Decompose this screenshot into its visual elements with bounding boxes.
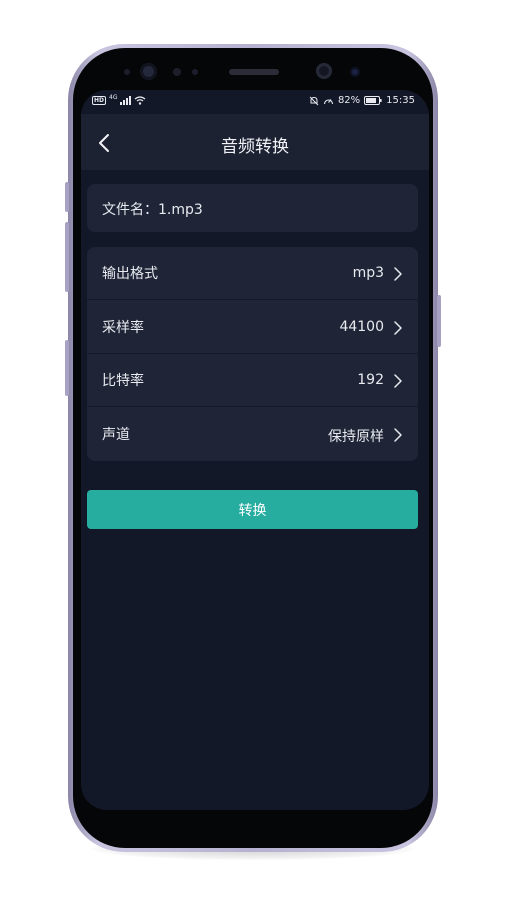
battery-percent: 82%: [337, 95, 361, 106]
setting-row-output-format[interactable]: 输出格式 mp3: [87, 247, 418, 300]
setting-label: 比特率: [102, 373, 144, 389]
row-divider: [87, 406, 418, 407]
bixby-button: [65, 222, 69, 292]
status-bar: HD 4G 82% 15:35: [81, 90, 429, 114]
app-screen: HD 4G 82% 15:35 音频转换 文件名：1.mp3 输出格式 mp3 …: [81, 90, 429, 810]
signal-icon: [120, 96, 132, 105]
network-type: 4G: [109, 94, 118, 101]
setting-value: 保持原样: [328, 429, 384, 445]
front-sensor-dot: [173, 68, 181, 76]
nav-bar: 音频转换: [81, 114, 429, 170]
front-sensor-dot: [192, 69, 198, 75]
convert-button[interactable]: 转换: [87, 490, 418, 529]
power-button: [437, 295, 441, 347]
setting-label: 声道: [102, 427, 130, 443]
setting-label: 输出格式: [102, 266, 158, 282]
chevron-right-icon: [394, 321, 402, 335]
status-right: 82% 15:35: [309, 95, 415, 106]
chevron-right-icon: [394, 428, 402, 442]
setting-row-channel[interactable]: 声道 保持原样: [87, 408, 418, 461]
setting-row-sample-rate[interactable]: 采样率 44100: [87, 301, 418, 354]
hd-badge: HD: [92, 96, 107, 105]
status-left: HD 4G: [92, 94, 146, 105]
front-camera: [316, 63, 332, 79]
chevron-right-icon: [394, 374, 402, 388]
setting-value: mp3: [352, 265, 384, 281]
row-divider: [87, 299, 418, 300]
side-key: [65, 340, 69, 396]
file-name-card: 文件名：1.mp3: [87, 184, 418, 232]
settings-card: 输出格式 mp3 采样率 44100 比特率 192 声道 保持原样: [87, 247, 418, 461]
iris-sensor: [140, 63, 157, 80]
iris-camera: [350, 67, 360, 77]
setting-row-bit-rate[interactable]: 比特率 192: [87, 354, 418, 407]
page-title: 音频转换: [221, 137, 289, 157]
earpiece: [229, 69, 279, 75]
setting-label: 采样率: [102, 320, 144, 336]
clock: 15:35: [386, 95, 415, 106]
device-mockup: HD 4G 82% 15:35 音频转换 文件名：1.mp3 输出格式 mp3 …: [0, 0, 506, 900]
file-name-label: 文件名：1.mp3: [102, 202, 203, 218]
setting-value: 44100: [339, 319, 384, 335]
setting-value: 192: [357, 372, 384, 388]
proximity-sensor: [124, 69, 130, 75]
battery-icon: [364, 96, 382, 105]
chevron-right-icon: [394, 267, 402, 281]
gauge-icon: [323, 98, 333, 104]
bell-muted-icon: [309, 96, 319, 105]
wifi-icon: [135, 96, 146, 105]
volume-button: [65, 182, 69, 212]
